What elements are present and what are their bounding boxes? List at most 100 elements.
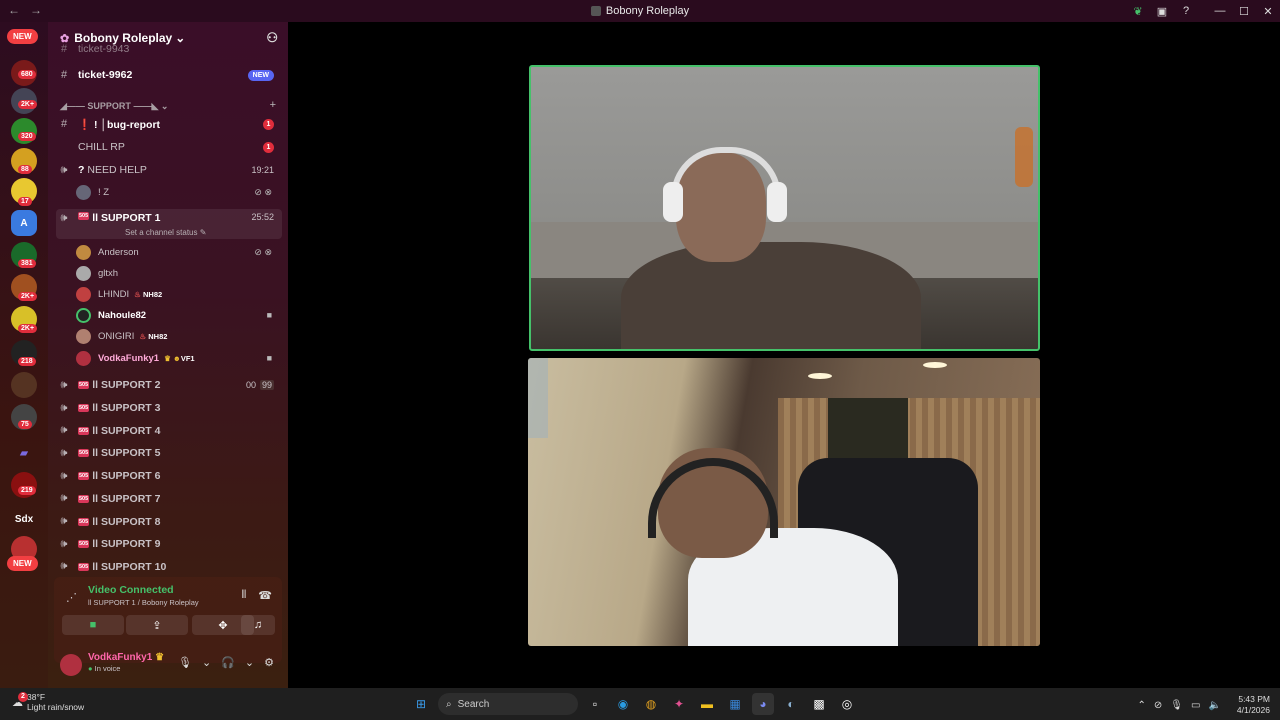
channel-name: SUPPORT 1 — [100, 212, 161, 224]
voice-status[interactable]: Video Connected — [88, 584, 174, 596]
voice-dot-icon: ● — [88, 664, 93, 673]
store-icon[interactable]: ▦ — [724, 693, 746, 715]
voice-user-z[interactable]: ! Z ⊘ ⊗ — [76, 182, 276, 202]
server-badge: 17 — [18, 197, 32, 206]
add-channel-icon[interactable]: + — [270, 99, 276, 111]
app-icon[interactable]: ▩ — [808, 693, 830, 715]
voice-user[interactable]: Nahoule82 ■ — [76, 305, 276, 325]
channel-support-3[interactable]: 🕪 505 ll SUPPORT 3 — [56, 398, 282, 418]
channel-support-7[interactable]: 🕪 505 ll SUPPORT 7 — [56, 489, 282, 509]
user-panel: VodkaFunky1 ♛ ● In voice 🎙 ⌄ 🎧 ⌄ ⚙ — [54, 647, 282, 683]
steam-icon[interactable]: ◐ — [780, 693, 802, 715]
channel-name: SUPPORT 3 — [100, 402, 161, 414]
chevron-down-icon[interactable]: ⌄ — [202, 656, 211, 669]
chevron-down-icon: ⌄ — [175, 31, 186, 45]
channel-status[interactable]: Set a channel status ✎ — [125, 228, 206, 237]
title-bar: ← → Bobony Roleplay ❦ ▣ ? — ☐ ✕ — [0, 0, 1280, 22]
video-tile-2[interactable] — [528, 358, 1040, 646]
avatar — [76, 244, 91, 260]
voice-user[interactable]: gltxh — [76, 263, 276, 283]
camera-button[interactable]: ■ — [62, 615, 124, 635]
channel-name: ticket-9962 — [78, 69, 133, 81]
voice-user[interactable]: VodkaFunky1 ♛ ☻VF1 ■ — [76, 348, 276, 368]
speaker-icon: 🕪 — [60, 401, 68, 414]
exclaim-icon: ❗ — [78, 118, 92, 131]
windows-start-icon[interactable]: ⊞ — [410, 693, 432, 715]
minimize-button[interactable]: — — [1208, 5, 1232, 18]
github-icon[interactable]: ◎ — [836, 693, 858, 715]
user-limit: 99 — [259, 380, 274, 390]
chevron-up-icon[interactable]: ⌃ — [1138, 700, 1146, 711]
channel-bug-report[interactable]: # ❗ ! │bug-report 1 — [56, 114, 282, 134]
close-button[interactable]: ✕ — [1256, 5, 1280, 18]
channel-ticket[interactable]: # ticket-9962 NEW — [56, 65, 282, 85]
server-badge: 320 — [18, 132, 36, 141]
display-icon[interactable]: ▭ — [1191, 700, 1200, 711]
soundboard-button[interactable]: ♫ — [241, 615, 275, 635]
channel-support-5[interactable]: 🕪 505 ll SUPPORT 5 — [56, 443, 282, 463]
channel-tag: 505 — [78, 562, 90, 571]
voice-user[interactable]: LHINDI ♨ NH82 — [76, 284, 276, 304]
video-tile-1[interactable] — [529, 65, 1040, 351]
voice-location[interactable]: ll SUPPORT 1 / Bobony Roleplay — [88, 598, 199, 607]
voice-user[interactable]: ONIGIRI ♨ NH82 — [76, 326, 276, 346]
category-support[interactable]: ◢—— SUPPORT ——◣ ⌄ — [60, 101, 168, 112]
channel-support-10[interactable]: 🕪 505 ll SUPPORT 10 — [56, 557, 282, 577]
network-off-icon[interactable]: ⊘ — [1154, 700, 1162, 711]
folder-icon[interactable]: ▰ — [11, 440, 37, 466]
server-sdx[interactable]: Sdx — [11, 506, 37, 532]
microphone-icon[interactable]: 🎙 — [1170, 700, 1183, 711]
disconnect-icon[interactable]: ☎ — [258, 589, 272, 602]
speaker-icon: 🕪 — [60, 446, 68, 459]
guild-name: Bobony Roleplay — [74, 31, 173, 45]
channel-support-2[interactable]: 🕪 505 ll SUPPORT 2 00 99 — [56, 375, 282, 395]
user-name: VodkaFunky1 — [88, 652, 153, 663]
search-input[interactable]: ⌕ Search — [438, 693, 578, 715]
leaf-icon[interactable]: ❦ — [1126, 5, 1150, 18]
server-icon-6[interactable]: A — [11, 210, 37, 236]
headphones-icon[interactable]: 🎧 — [221, 656, 235, 669]
chrome-icon[interactable]: ◍ — [640, 693, 662, 715]
weather-widget[interactable]: ☁ 2 38°F Light rain/snow — [12, 691, 84, 712]
channel-name: SUPPORT 5 — [100, 447, 161, 460]
copilot-icon[interactable]: ✦ — [668, 693, 690, 715]
speaker-icon: 🕪 — [60, 560, 68, 573]
user-tag: VF1 — [180, 353, 195, 363]
maximize-button[interactable]: ☐ — [1232, 5, 1256, 18]
microphone-icon[interactable]: 🎙 — [178, 656, 192, 669]
channel-need-help[interactable]: 🕪 ? NEED HELP 19:21 — [56, 160, 282, 180]
channel-name: SUPPORT 2 — [100, 379, 161, 391]
task-view-icon[interactable]: ▫ — [584, 693, 606, 715]
file-explorer-icon[interactable]: ▬ — [696, 693, 718, 715]
crown-icon: ♛ — [164, 353, 171, 363]
search-placeholder: Search — [457, 698, 490, 710]
help-icon[interactable]: ? — [1174, 5, 1198, 17]
channel-support-8[interactable]: 🕪 505 ll SUPPORT 8 — [56, 512, 282, 532]
signal-icon[interactable]: ⋰ — [66, 591, 77, 604]
discord-icon[interactable]: ◕ — [752, 693, 774, 715]
taskbar: ☁ 2 38°F Light rain/snow ⊞ ⌕ Search ▫ ◉ ◍… — [0, 688, 1280, 720]
muted-deafened-icon: ⊘ ⊗ — [254, 186, 272, 197]
new-pill-bottom[interactable]: NEW — [7, 556, 38, 571]
channel-name: ticket-9943 — [78, 44, 130, 54]
settings-gear-icon[interactable]: ⚙ — [264, 656, 274, 669]
channel-ticket-partial[interactable]: # ticket-9943 — [56, 44, 282, 54]
channel-chill-rp[interactable]: CHILL RP 1 — [56, 137, 282, 157]
clock[interactable]: 5:43 PM 4/1/2026 — [1237, 694, 1270, 716]
channel-tag: 505 — [78, 494, 90, 503]
server-rail: NEW 680 2K+ 320 88 17 A 381 2K+ 2K+ 218 … — [0, 22, 48, 688]
chevron-down-icon[interactable]: ⌄ — [245, 656, 254, 669]
screen-share-icon[interactable]: ▣ — [1150, 5, 1174, 18]
edge-icon[interactable]: ◉ — [612, 693, 634, 715]
channel-support-9[interactable]: 🕪 505 ll SUPPORT 9 — [56, 534, 282, 554]
new-pill-top[interactable]: NEW — [7, 29, 38, 44]
server-icon-11[interactable] — [11, 372, 37, 398]
avatar[interactable] — [60, 654, 82, 676]
volume-icon[interactable]: 🔈 — [1208, 700, 1220, 711]
channel-support-6[interactable]: 🕪 505 ll SUPPORT 6 — [56, 466, 282, 486]
screen-share-button[interactable]: ⇪ — [126, 615, 188, 635]
voice-user[interactable]: Anderson ⊘ ⊗ — [76, 242, 276, 262]
channel-support-4[interactable]: 🕪 505 ll SUPPORT 4 — [56, 421, 282, 441]
speaker-icon: 🕪 — [60, 469, 68, 482]
noise-suppression-icon[interactable]: ⦀ — [241, 589, 246, 602]
